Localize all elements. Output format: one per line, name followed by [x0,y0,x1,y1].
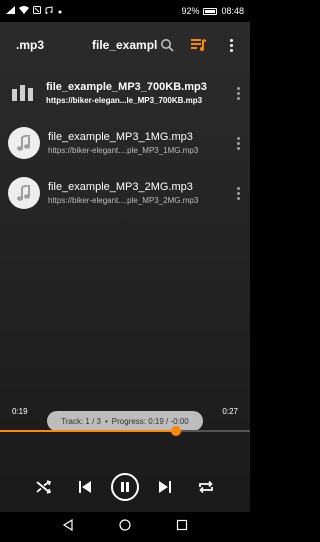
shuffle-icon[interactable] [30,473,58,501]
previous-icon[interactable] [71,473,99,501]
media-icon [45,6,54,16]
seek-thumb[interactable] [171,426,181,436]
track-url: https://biker-elegant....ple_MP3_2MG.mp3 [48,196,199,205]
track-title: file_example_MP3_700KB.mp3 [46,81,207,93]
queue-music-icon[interactable] [190,36,208,54]
list-item-text: file_example_MP3_700KB.mp3 https://biker… [46,81,230,105]
track-title: file_example_MP3_1MG.mp3 [48,131,193,143]
more-vert-icon[interactable] [222,36,240,54]
search-icon[interactable] [158,36,176,54]
music-note-icon [8,177,40,209]
recents-square-icon[interactable] [176,518,188,536]
elapsed-time: 0:19 [12,407,28,416]
seek-bar[interactable] [0,425,250,437]
system-nav-bar [0,512,250,542]
total-time: 0:27 [222,407,238,416]
track-title: file_example_MP3_2MG.mp3 [48,181,193,193]
dot-icon [58,6,62,16]
toolbar-icons [158,36,244,54]
more-vert-icon[interactable] [230,186,246,200]
seek-progress [0,430,176,432]
back-triangle-icon[interactable] [62,518,74,536]
nfc-icon [33,6,41,16]
track-url: https://biker-elegan...le_MP3_700KB.mp3 [46,96,203,105]
music-note-icon [8,127,40,159]
battery-icon [203,7,218,15]
list-item[interactable]: file_example_MP3_700KB.mp3 https://biker… [0,68,250,118]
status-right: 92% 08:48 [181,6,244,16]
list-item[interactable]: file_example_MP3_1MG.mp3 https://biker-e… [0,118,250,168]
wifi-icon [19,6,29,16]
list-item-text: file_example_MP3_1MG.mp3 https://biker-e… [48,131,230,155]
previous-title: .mp3 [15,38,44,52]
toolbar: .mp3 file_example_ [0,22,250,68]
more-vert-icon[interactable] [230,86,246,100]
clock: 08:48 [221,6,244,16]
pause-icon[interactable] [110,473,139,501]
app-area: .mp3 file_example_ file_example_MP3_700K… [0,22,250,512]
home-circle-icon[interactable] [119,518,131,536]
equalizer-bars-icon [8,78,38,108]
battery-percent: 92% [181,6,200,16]
status-bar: 92% 08:48 [0,0,250,22]
toolbar-title: file_example_ [92,38,158,52]
list-item[interactable]: file_example_MP3_2MG.mp3 https://biker-e… [0,168,250,218]
next-icon[interactable] [151,473,179,501]
signal-icon [6,6,15,16]
more-vert-icon[interactable] [230,136,246,150]
track-url: https://biker-elegant....ple_MP3_1MG.mp3 [48,146,199,155]
player-controls [0,467,250,507]
repeat-icon[interactable] [192,473,220,501]
status-left [6,6,62,16]
playlist: file_example_MP3_700KB.mp3 https://biker… [0,68,250,218]
list-item-text: file_example_MP3_2MG.mp3 https://biker-e… [48,181,230,205]
